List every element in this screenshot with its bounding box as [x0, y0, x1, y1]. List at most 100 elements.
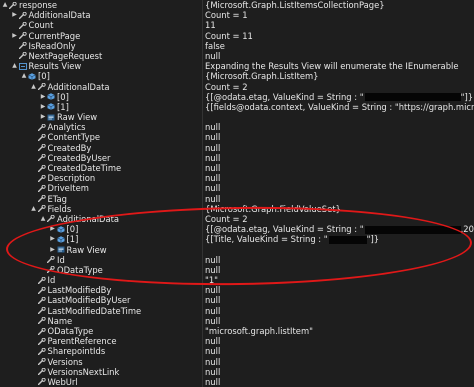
name-cell: SharepointIds — [0, 346, 202, 356]
value-cell: null — [205, 122, 474, 132]
wrench-icon — [37, 123, 46, 131]
wrench-icon — [18, 42, 27, 50]
tree-row[interactable]: ▶ Raw View — [0, 112, 474, 122]
variable-name: Id — [47, 275, 56, 286]
tree-row[interactable]: ▲ Results View Expanding the Results View … — [0, 61, 474, 71]
variable-name: SharepointIds — [47, 346, 106, 357]
expand-arrow-icon[interactable]: ▶ — [50, 245, 56, 255]
wrench-icon — [9, 1, 17, 9]
tree-row[interactable]: LastModifiedByUser null — [0, 295, 474, 305]
tree-row[interactable]: Count 11 — [0, 20, 474, 30]
name-cell: CreatedByUser — [0, 153, 202, 163]
expand-arrow-icon[interactable]: ▶ — [40, 92, 46, 102]
tree-row[interactable]: CreatedBy null — [0, 143, 474, 153]
tree-row[interactable]: Name null — [0, 316, 474, 326]
variable-value: {[fields@odata.context, ValueKind = Stri… — [205, 101, 474, 112]
wrench-icon — [37, 154, 46, 162]
name-cell: CreatedBy — [0, 143, 202, 153]
tree-row[interactable]: CreatedByUser null — [0, 153, 474, 163]
tree-row[interactable]: ODataType null — [0, 265, 474, 275]
wrench-icon — [37, 276, 46, 284]
tree-row[interactable]: ▲ response {Microsoft.Graph.ListItemsColle… — [0, 0, 474, 10]
variable-name: Results View — [28, 61, 82, 72]
cube-icon — [56, 236, 65, 243]
tree-row[interactable]: Description null — [0, 173, 474, 183]
tree-row[interactable]: Analytics null — [0, 122, 474, 132]
expand-arrow-icon[interactable]: ▶ — [50, 224, 56, 234]
wrench-icon — [37, 337, 46, 345]
tree-row[interactable]: ▲ AdditionalData Count = 2 — [0, 82, 474, 92]
value-cell: {Microsoft.Graph.ListItem} — [205, 71, 474, 81]
wrench-icon — [18, 52, 27, 60]
collapse-arrow-icon[interactable]: ▲ — [21, 71, 27, 81]
tree-row[interactable]: ▶ [1] {[fields@odata.context, ValueKind = … — [0, 102, 474, 112]
tree-row[interactable]: ▶ [0] {[@odata.etag, ValueKind = String : … — [0, 92, 474, 102]
tree-row[interactable]: NextPageRequest null — [0, 51, 474, 61]
tree-row[interactable]: ▶ CurrentPage Count = 11 — [0, 31, 474, 41]
value-cell: null — [205, 132, 474, 142]
value-cell: Count = 2 — [205, 214, 474, 224]
variable-value: Count = 1 — [205, 10, 248, 21]
tree-row[interactable]: ▶ AdditionalData Count = 1 — [0, 10, 474, 20]
wrench-icon — [37, 378, 46, 386]
name-cell: ▶ Raw View — [0, 112, 202, 122]
variable-name: Description — [47, 173, 96, 184]
value-cell: null — [205, 336, 474, 346]
name-cell: ▶ CurrentPage — [0, 31, 202, 41]
value-cell: null — [205, 153, 474, 163]
value-cell — [205, 245, 474, 255]
tree-row[interactable]: ODataType "microsoft.graph.listItem" — [0, 326, 474, 336]
tree-row[interactable]: ParentReference null — [0, 336, 474, 346]
value-cell: {Microsoft.Graph.ListItemsCollectionPage… — [205, 0, 474, 10]
value-cell: null — [205, 285, 474, 295]
variable-name: NextPageRequest — [28, 50, 103, 61]
tree-row[interactable]: ETag null — [0, 194, 474, 204]
tree-row[interactable]: ▶ [0] {[@odata.etag, ValueKind = String : … — [0, 224, 474, 234]
tree-row[interactable]: LastModifiedDateTime null — [0, 306, 474, 316]
wrench-icon — [18, 21, 27, 29]
expand-arrow-icon[interactable]: ▶ — [12, 10, 18, 20]
variable-name: Raw View — [66, 244, 107, 255]
name-cell: ▶ [0] — [0, 224, 202, 234]
expand-arrow-icon[interactable]: ▶ — [50, 234, 56, 244]
name-cell: LastModifiedByUser — [0, 295, 202, 305]
name-cell: ▶ Raw View — [0, 245, 202, 255]
value-cell: Count = 1 — [205, 10, 474, 20]
variable-name: Fields — [47, 203, 72, 214]
wrench-icon — [47, 256, 55, 264]
tree-row[interactable]: ▲ [0] {Microsoft.Graph.ListItem} — [0, 71, 474, 81]
collapse-arrow-icon[interactable]: ▲ — [31, 82, 37, 92]
variable-value: null — [205, 254, 221, 265]
tree-row[interactable]: Versions null — [0, 357, 474, 367]
tree-row[interactable]: SharepointIds null — [0, 346, 474, 356]
variable-value: Count = 2 — [205, 81, 248, 92]
wrench-icon — [37, 347, 46, 355]
variable-name: ODataType — [47, 326, 94, 336]
collapse-arrow-icon[interactable]: ▲ — [12, 61, 18, 71]
tree-row[interactable]: Id null — [0, 255, 474, 265]
collapse-arrow-icon[interactable]: ▲ — [2, 0, 8, 10]
wrench-icon — [37, 195, 46, 203]
expand-arrow-icon[interactable]: ▶ — [40, 102, 46, 112]
collapse-arrow-icon[interactable]: ▲ — [40, 214, 46, 224]
tree-row[interactable]: ▶ Raw View — [0, 245, 474, 255]
tree-row[interactable]: ContentType null — [0, 132, 474, 142]
name-cell: Id — [0, 255, 202, 265]
tree-row[interactable]: ▲ AdditionalData Count = 2 — [0, 214, 474, 224]
name-cell: ParentReference — [0, 336, 202, 346]
tree-row[interactable]: ▶ [1] {[Title, ValueKind = String : " "]} — [0, 234, 474, 244]
tree-row[interactable]: ▲ Fields {Microsoft.Graph.FieldValueSet} — [0, 204, 474, 214]
wrench-icon — [47, 266, 55, 274]
tree-row[interactable]: LastModifiedBy null — [0, 285, 474, 295]
collapse-arrow-icon[interactable]: ▲ — [31, 204, 37, 214]
variable-value: Expanding the Results View will enumerat… — [205, 61, 459, 72]
tree-row[interactable]: IsReadOnly false — [0, 41, 474, 51]
tree-row[interactable]: VersionsNextLink null — [0, 367, 474, 377]
tree-row[interactable]: CreatedDateTime null — [0, 163, 474, 173]
expand-arrow-icon[interactable]: ▶ — [12, 31, 18, 41]
variable-value: "microsoft.graph.listItem" — [205, 326, 313, 336]
tree-row[interactable]: Id "1" — [0, 275, 474, 285]
tree-row[interactable]: WebUrl null — [0, 377, 474, 387]
expand-arrow-icon[interactable]: ▶ — [40, 112, 46, 122]
tree-row[interactable]: DriveItem null — [0, 183, 474, 193]
